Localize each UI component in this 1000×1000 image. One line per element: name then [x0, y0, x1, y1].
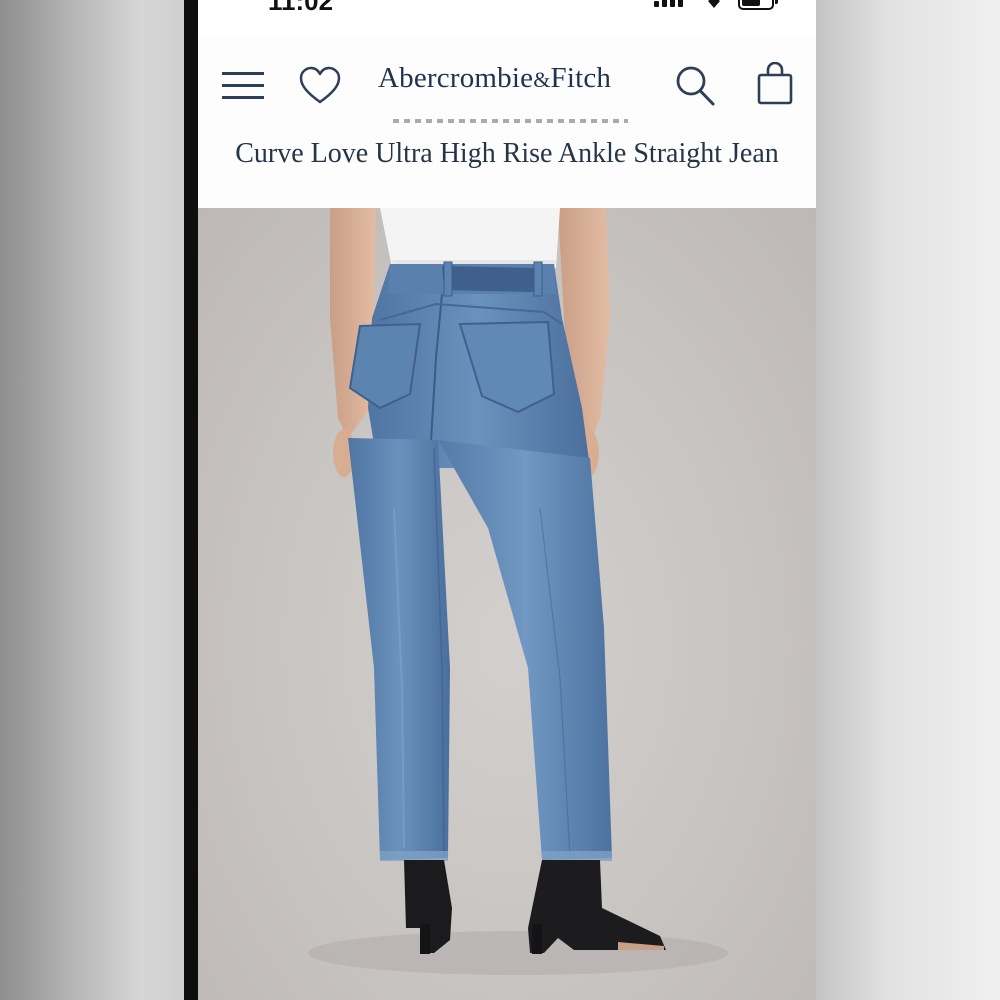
brand-logo[interactable]: Abercrombie&Fitch [378, 62, 611, 95]
heart-icon[interactable] [298, 66, 342, 106]
product-title: Curve Love Ultra High Rise Ankle Straigh… [235, 138, 779, 169]
bag-icon[interactable] [756, 62, 794, 106]
phone-bezel [184, 0, 198, 1000]
scrolled-text-remnant [393, 119, 628, 123]
site-header: Abercrombie&Fitch Curve Love Ultra High … [198, 36, 816, 208]
brand-name-end: Fitch [550, 62, 612, 94]
status-bar: 11:02 [198, 0, 816, 34]
brand-ampersand: & [533, 67, 551, 92]
jeans-photo-illustration [308, 208, 728, 975]
search-icon[interactable] [674, 64, 716, 108]
battery-icon [738, 0, 778, 10]
wifi-icon [708, 0, 720, 8]
signal-icon [654, 0, 683, 7]
background-right [816, 0, 1000, 1000]
product-image[interactable] [198, 208, 816, 1000]
phone-screen: 11:02 Abercrombie&Fitch Curve Love Ultra… [198, 0, 816, 1000]
brand-name-main: Abercrombie [378, 62, 534, 94]
status-time: 11:02 [268, 0, 334, 16]
menu-icon[interactable] [222, 72, 264, 100]
